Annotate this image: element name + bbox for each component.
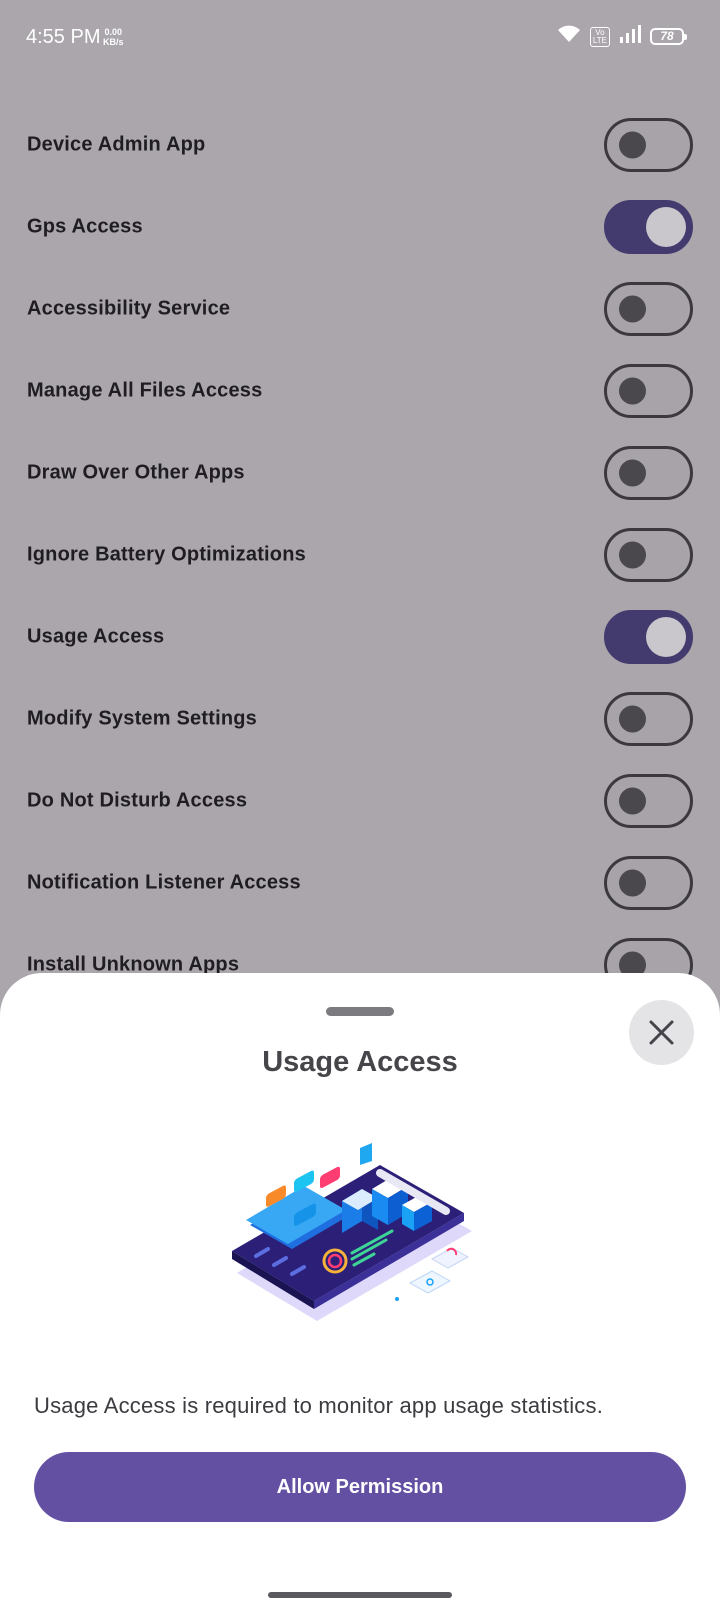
permission-label: Ignore Battery Optimizations [27,543,306,566]
do-not-disturb-toggle[interactable] [604,774,693,828]
permission-label: Manage All Files Access [27,379,263,402]
drag-handle[interactable] [326,1007,394,1016]
manage-all-files-toggle[interactable] [604,364,693,418]
permission-row-notification-listener: Notification Listener Access [0,842,720,924]
notification-listener-toggle[interactable] [604,856,693,910]
permission-label: Usage Access [27,625,165,648]
sheet-description: Usage Access is required to monitor app … [34,1393,604,1418]
usage-access-toggle[interactable] [604,610,693,664]
home-indicator[interactable] [268,1592,452,1598]
status-bar: 4:55 PM 0.00 KB/s Vo LTE 78 [0,0,720,76]
permission-label: Do Not Disturb Access [27,789,248,812]
permission-label: Device Admin App [27,133,206,156]
device-admin-toggle[interactable] [604,118,693,172]
draw-over-apps-toggle[interactable] [604,446,693,500]
status-icons: Vo LTE 78 [557,24,687,49]
permission-row-usage-access: Usage Access [0,596,720,678]
network-speed: 0.00 KB/s [103,27,124,47]
permission-row-device-admin: Device Admin App [0,104,720,186]
toggle-knob [619,869,646,897]
permission-row-do-not-disturb: Do Not Disturb Access [0,760,720,842]
permission-row-gps-access: Gps Access [0,186,720,268]
signal-icon [619,25,641,48]
permission-row-accessibility-service: Accessibility Service [0,268,720,350]
toggle-knob [619,295,646,323]
gps-access-toggle[interactable] [604,200,693,254]
permission-row-manage-all-files: Manage All Files Access [0,350,720,432]
permission-row-draw-over-apps: Draw Over Other Apps [0,432,720,514]
close-icon [649,1020,674,1045]
wifi-icon [557,24,581,49]
permission-label: Accessibility Service [27,297,231,320]
permission-bottom-sheet: Usage Access Usage Access is required to [0,973,720,1612]
permission-label: Notification Listener Access [27,871,301,894]
permission-label: Modify System Settings [27,707,257,730]
permission-label: Gps Access [27,215,143,238]
permission-list: Device Admin App Gps Access Accessibilit… [0,104,720,1006]
allow-permission-button[interactable]: Allow Permission [34,1452,686,1522]
permission-row-ignore-battery: Ignore Battery Optimizations [0,514,720,596]
toggle-knob [619,705,646,733]
toggle-knob [646,617,686,657]
sheet-title: Usage Access [262,1046,458,1078]
volte-icon: Vo LTE [589,26,610,47]
toggle-knob [619,541,646,569]
battery-icon: 78 [650,28,687,45]
toggle-knob [646,207,686,247]
status-time: 4:55 PM [26,26,101,48]
ignore-battery-toggle[interactable] [604,528,693,582]
accessibility-service-toggle[interactable] [604,282,693,336]
toggle-knob [619,377,646,405]
toggle-knob [619,131,646,159]
toggle-knob [619,459,646,487]
permission-row-modify-system-settings: Modify System Settings [0,678,720,760]
toggle-knob [619,787,646,815]
phone-dashboard-illustration [232,1143,472,1321]
permission-label: Draw Over Other Apps [27,461,245,484]
modify-system-settings-toggle[interactable] [604,692,693,746]
